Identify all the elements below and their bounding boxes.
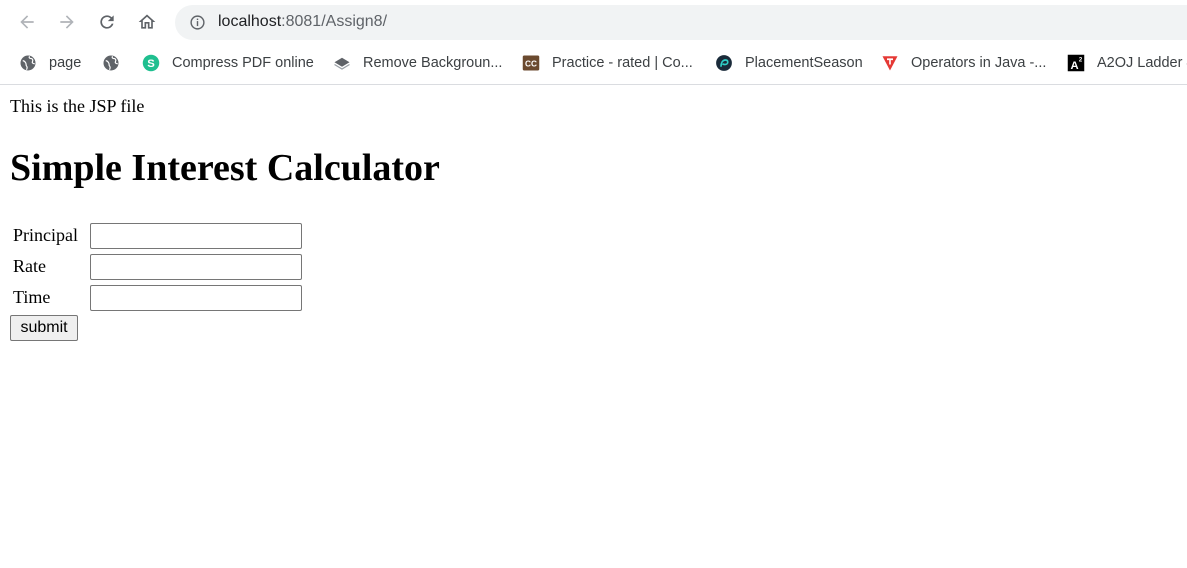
- browser-toolbar: localhost:8081/Assign8/: [0, 0, 1187, 44]
- bookmark-remove-background[interactable]: Remove Backgroun...: [333, 52, 502, 74]
- bookmark-compress-pdf[interactable]: S Compress PDF online: [142, 52, 314, 74]
- time-input[interactable]: [90, 285, 302, 311]
- layers-icon: [334, 57, 350, 70]
- svg-text:S: S: [147, 58, 155, 70]
- submit-button[interactable]: submit: [10, 315, 78, 341]
- bookmarks-bar: page S Compress PDF online Remove Backgr…: [0, 44, 1187, 85]
- home-button[interactable]: [135, 10, 159, 34]
- globe-icon: [103, 55, 119, 71]
- back-button[interactable]: [15, 10, 39, 34]
- arrow-left-icon: [20, 15, 34, 29]
- url-path: :8081/Assign8/: [281, 13, 388, 30]
- rate-input[interactable]: [90, 254, 302, 280]
- info-icon[interactable]: [189, 14, 206, 31]
- bookmark-a2oj[interactable]: A 2 A2OJ Ladder 4: [1067, 52, 1187, 74]
- bookmark-label: Operators in Java -...: [911, 55, 1047, 71]
- time-label: Time: [13, 287, 51, 307]
- svg-text:A: A: [1070, 60, 1078, 72]
- principal-label: Principal: [13, 225, 78, 245]
- intro-text: This is the JSP file: [10, 96, 145, 116]
- bookmark-operators-java[interactable]: Operators in Java -...: [881, 52, 1046, 74]
- home-icon: [138, 14, 156, 29]
- bookmark-label: A2OJ Ladder 4: [1097, 55, 1187, 71]
- bookmark-placementseason[interactable]: PlacementSeason: [715, 52, 863, 74]
- bookmark-label: PlacementSeason: [745, 55, 863, 71]
- svg-text:CC: CC: [525, 59, 537, 68]
- bookmark-page[interactable]: page: [19, 52, 81, 74]
- codechef-icon: CC: [522, 55, 540, 71]
- page-title: Simple Interest Calculator: [10, 147, 440, 189]
- reload-icon: [100, 15, 114, 29]
- bookmark-label: Remove Backgroun...: [363, 55, 503, 71]
- triangle-icon: [882, 56, 898, 71]
- globe-icon: [20, 55, 36, 71]
- rate-label: Rate: [13, 256, 46, 276]
- bookmark-label: page: [49, 55, 82, 71]
- forward-button[interactable]: [55, 10, 79, 34]
- placement-icon: [716, 55, 732, 71]
- principal-input[interactable]: [90, 223, 302, 249]
- reload-button[interactable]: [95, 10, 119, 34]
- bookmark-label: Compress PDF online: [172, 55, 314, 71]
- a2oj-icon: A 2: [1067, 54, 1085, 72]
- url-text[interactable]: localhost:8081/Assign8/: [218, 13, 387, 31]
- bookmark-codechef[interactable]: CC Practice - rated | Co...: [522, 52, 693, 74]
- bookmark-globe[interactable]: [102, 52, 120, 74]
- address-bar[interactable]: localhost:8081/Assign8/: [175, 5, 1187, 40]
- bookmark-label: Practice - rated | Co...: [552, 55, 693, 71]
- url-host: localhost: [218, 13, 282, 30]
- s-logo-icon: S: [142, 54, 160, 72]
- arrow-right-icon: [60, 15, 74, 29]
